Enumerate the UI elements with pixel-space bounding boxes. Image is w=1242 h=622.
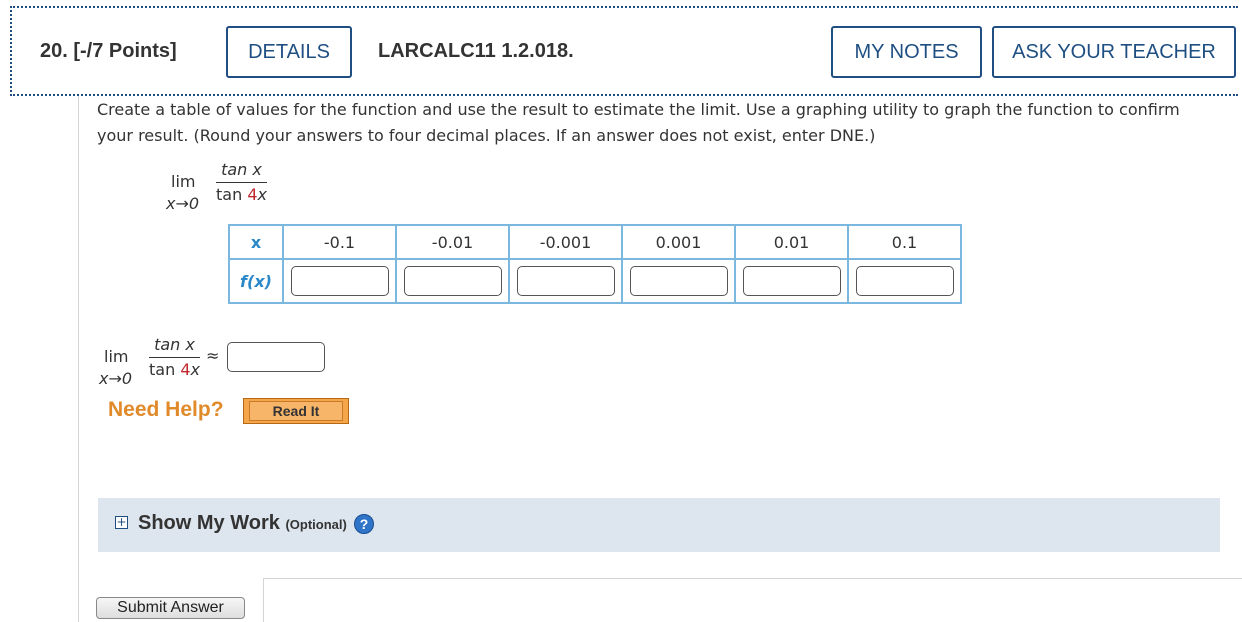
left-divider (78, 96, 79, 622)
fx-cell (395, 258, 510, 304)
fx-cell (621, 258, 736, 304)
fx-input[interactable] (629, 266, 728, 296)
fraction-numerator: tan x (154, 335, 195, 354)
den-prefix: tan (216, 185, 248, 204)
show-work-text: Show My Work (138, 512, 280, 534)
my-notes-button[interactable]: MY NOTES (831, 26, 982, 78)
approx-symbol: ≈ (206, 346, 220, 365)
den-coefficient: 4 (247, 185, 258, 204)
fraction-bar (149, 357, 200, 358)
table-row-x: x -0.1 -0.01 -0.001 0.001 0.01 0.1 (228, 224, 962, 260)
ask-teacher-button[interactable]: ASK YOUR TEACHER (992, 26, 1236, 78)
submit-answer-button[interactable]: Submit Answer (96, 597, 245, 619)
fraction-denominator: tan 4x (149, 360, 200, 379)
fx-input[interactable] (403, 266, 502, 296)
limit-approach: x→0 (99, 369, 133, 388)
den-variable: x (190, 360, 200, 379)
limit-fraction: tan x tan 4x (216, 160, 267, 204)
fx-cell (282, 258, 397, 304)
read-it-label: Read It (249, 401, 343, 421)
question-code: LARCALC11 1.2.018. (378, 40, 574, 62)
instructions-text: Create a table of values for the functio… (97, 100, 1180, 145)
optional-label: (Optional) (285, 517, 347, 532)
x-header: x (228, 224, 284, 260)
fx-input[interactable] (855, 266, 954, 296)
fx-cell (508, 258, 623, 304)
fraction-denominator: tan 4x (216, 185, 267, 204)
read-it-button[interactable]: Read It (243, 398, 349, 424)
show-my-work-panel[interactable]: + Show My Work (Optional) ? (98, 498, 1220, 552)
x-value: -0.01 (395, 224, 510, 260)
question-page: 20. [-/7 Points] DETAILS LARCALC11 1.2.0… (0, 0, 1242, 622)
fx-input[interactable] (290, 266, 389, 296)
question-header: 20. [-/7 Points] DETAILS LARCALC11 1.2.0… (10, 6, 1238, 96)
fx-input[interactable] (516, 266, 615, 296)
x-value: -0.001 (508, 224, 623, 260)
expand-plus-icon[interactable]: + (115, 516, 128, 529)
limit-approach: x→0 (166, 194, 200, 213)
help-question-icon[interactable]: ? (354, 514, 374, 534)
details-button[interactable]: DETAILS (226, 26, 352, 78)
show-my-work-label[interactable]: Show My Work (Optional) (138, 512, 347, 535)
limit-fraction: tan x tan 4x (149, 335, 200, 379)
lim-label: lim (104, 347, 129, 366)
question-number: 20. [-/7 Points] (40, 40, 177, 62)
table-row-fx: f(x) (228, 258, 962, 304)
x-value: 0.001 (621, 224, 736, 260)
need-help-label: Need Help? (108, 398, 224, 421)
fx-header: f(x) (228, 258, 284, 304)
fraction-bar (216, 182, 267, 183)
den-prefix: tan (149, 360, 181, 379)
fx-cell (734, 258, 849, 304)
den-coefficient: 4 (180, 360, 191, 379)
limit-answer-input[interactable] (227, 342, 325, 372)
fx-cell (847, 258, 962, 304)
x-value: -0.1 (282, 224, 397, 260)
bottom-panel (263, 578, 1242, 622)
x-value: 0.1 (847, 224, 962, 260)
den-variable: x (257, 185, 267, 204)
fraction-numerator: tan x (221, 160, 262, 179)
fx-input[interactable] (742, 266, 841, 296)
x-value: 0.01 (734, 224, 849, 260)
lim-label: lim (171, 172, 196, 191)
values-table: x -0.1 -0.01 -0.001 0.001 0.01 0.1 f(x) (228, 224, 962, 304)
